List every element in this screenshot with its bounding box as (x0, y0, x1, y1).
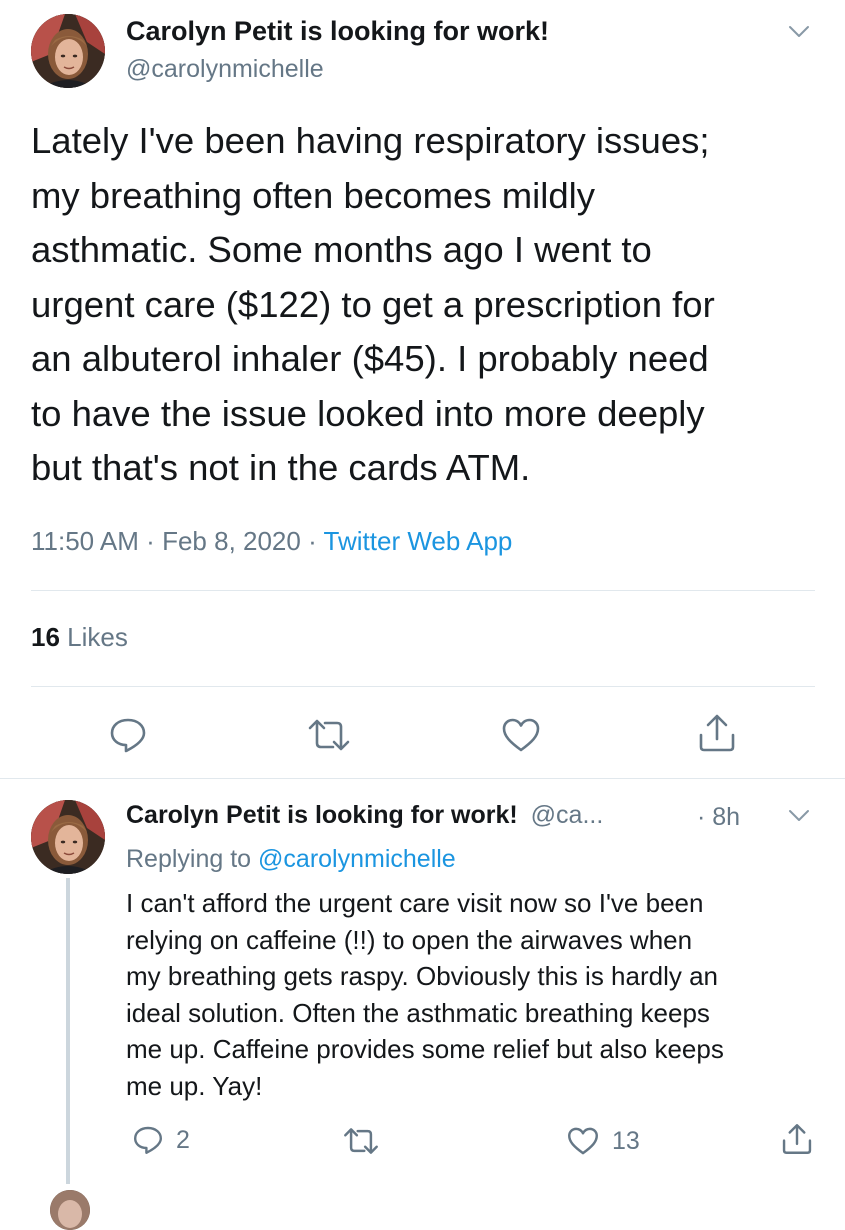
share-button[interactable] (780, 1122, 814, 1156)
reply-text-line: my breathing gets raspy. Obviously this … (126, 961, 719, 991)
author-name[interactable]: Carolyn Petit is looking for work! (126, 16, 549, 47)
divider (0, 778, 845, 779)
reply-text: I can't afford the urgent care visit now… (126, 885, 826, 1104)
reply-text-line: me up. Yay! (126, 1070, 263, 1101)
retweet-button[interactable] (306, 717, 352, 753)
reply-button[interactable] (108, 715, 148, 755)
tweet-text-line: an albuterol inhaler ($45). I probably n… (31, 338, 709, 379)
likes-stat[interactable]: 16 Likes (31, 622, 128, 653)
share-icon (782, 1124, 812, 1154)
avatar-image (31, 800, 105, 874)
chevron-down-icon[interactable] (787, 806, 811, 826)
reply-text-line: me up. Caffeine provides some relief but… (126, 1034, 724, 1064)
like-button[interactable]: 13 (566, 1125, 640, 1157)
reply-button[interactable]: 2 (132, 1124, 190, 1156)
avatar-image (50, 1190, 90, 1230)
reply-text-line: I can't afford the urgent care visit now… (126, 888, 704, 918)
avatar-image (31, 14, 105, 88)
reply-icon (134, 1126, 162, 1154)
author-handle[interactable]: @carolynmichelle (126, 55, 324, 84)
tweet-text: Lately I've been having respiratory issu… (31, 114, 821, 496)
reply-age[interactable]: · 8h (697, 803, 740, 832)
share-icon (699, 714, 735, 752)
replying-to-handle[interactable]: @carolynmichelle (258, 845, 456, 873)
retweet-icon (344, 1128, 378, 1154)
chevron-down-icon[interactable] (787, 22, 811, 42)
likes-count: 16 (31, 622, 60, 652)
tweet-meta: 11:50 AM · Feb 8, 2020 · Twitter Web App (31, 526, 512, 557)
reply-text-line: relying on caffeine (!!) to open the air… (126, 924, 693, 955)
share-button[interactable] (696, 713, 738, 753)
replying-to-label: Replying to (126, 845, 252, 873)
thread-connector (66, 878, 70, 1184)
reply-text-line: ideal solution. Often the asthmatic brea… (126, 997, 710, 1028)
reply-author[interactable]: Carolyn Petit is looking for work! @ca..… (126, 801, 603, 830)
replying-to: Replying to @carolynmichelle (126, 845, 456, 874)
tweet-text-line: to have the issue looked into more deepl… (31, 392, 705, 434)
tweet-text-line: urgent care ($122) to get a prescription… (31, 283, 715, 325)
tweet-text-line: my breathing often becomes mildly (31, 174, 595, 216)
reply-author-avatar[interactable] (31, 800, 105, 874)
tweet-time[interactable]: 11:50 AM (31, 526, 139, 556)
meta-separator: · (146, 526, 155, 556)
meta-separator: · (308, 526, 317, 556)
heart-icon (502, 718, 540, 752)
author-avatar[interactable] (31, 14, 105, 88)
retweet-icon (308, 719, 350, 751)
like-button[interactable] (500, 716, 542, 754)
tweet-source-link[interactable]: Twitter Web App (324, 526, 513, 556)
reply-icon (110, 718, 146, 753)
tweet-text-line: but that's not in the cards ATM. (31, 447, 531, 488)
reply-count: 2 (176, 1125, 190, 1154)
retweet-button[interactable] (342, 1126, 392, 1156)
tweet-text-line: Lately I've been having respiratory issu… (31, 120, 710, 161)
tweet-text-line: asthmatic. Some months ago I went to (31, 229, 652, 270)
reply-author-handle: @ca... (530, 801, 604, 829)
like-count: 13 (612, 1126, 640, 1155)
next-author-avatar[interactable] (50, 1190, 90, 1230)
tweet-date[interactable]: Feb 8, 2020 (162, 526, 301, 556)
heart-icon (568, 1127, 598, 1155)
likes-label: Likes (67, 622, 128, 652)
divider (31, 686, 815, 687)
reply-author-name: Carolyn Petit is looking for work! (126, 801, 518, 829)
divider (31, 590, 815, 591)
